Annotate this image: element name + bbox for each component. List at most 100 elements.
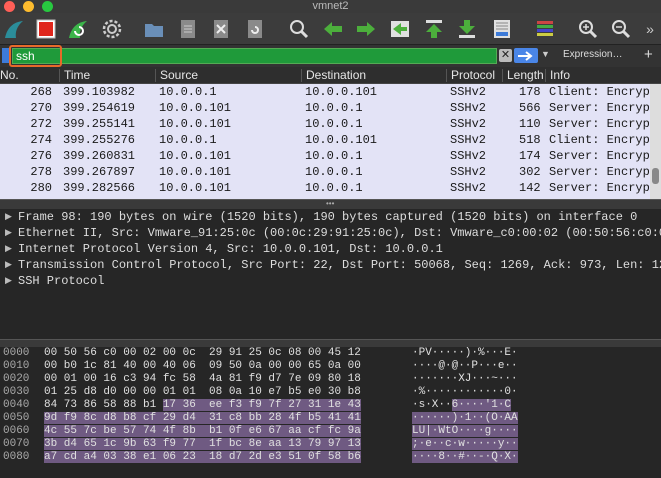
arrow-left-icon[interactable] bbox=[321, 17, 345, 41]
expand-arrow-icon[interactable]: ▶ bbox=[5, 257, 12, 273]
restart-icon[interactable] bbox=[66, 17, 90, 41]
details-tree-item[interactable]: ▶ Internet Protocol Version 4, Src: 10.0.… bbox=[0, 241, 661, 257]
details-tree-item[interactable]: ▶ Ethernet II, Src: Vmware_91:25:0c (00:0… bbox=[0, 225, 661, 241]
packet-row[interactable]: 276 399.260831 10.0.0.101 10.0.0.1 SSHv2 174 S… bbox=[0, 148, 650, 164]
hex-ascii[interactable]: ····@·@··P···e·· bbox=[412, 360, 518, 373]
packet-cell-protocol: SSHv2 bbox=[450, 85, 487, 99]
packet-cell-info: Server: Encryp bbox=[549, 117, 650, 131]
reload-icon[interactable] bbox=[243, 17, 267, 41]
expression-button[interactable]: Expression… bbox=[563, 49, 622, 60]
pane-splitter[interactable] bbox=[0, 339, 661, 347]
packet-cell-destination: 10.0.0.101 bbox=[305, 133, 378, 147]
packet-row[interactable]: 272 399.255141 10.0.0.101 10.0.0.1 SSHv2 110 S… bbox=[0, 116, 650, 132]
hex-offset: 0020 bbox=[3, 373, 30, 385]
go-first-icon[interactable] bbox=[422, 17, 446, 41]
zoom-in-icon[interactable] bbox=[576, 17, 600, 41]
hex-ascii[interactable]: ·s·X··6····'1·C bbox=[412, 399, 512, 412]
hex-bytes[interactable]: a7 cd a4 03 38 e1 06 23 18 d7 2d e3 51 0… bbox=[44, 451, 361, 464]
column-header-no[interactable]: No. bbox=[0, 69, 19, 82]
packet-cell-source: 10.0.0.1 bbox=[159, 133, 217, 147]
packet-cell-no: 280 bbox=[30, 181, 52, 195]
packet-cell-length: 566 bbox=[519, 101, 541, 115]
apply-filter-button[interactable] bbox=[514, 48, 538, 63]
packet-cell-no: 274 bbox=[30, 133, 52, 147]
packet-cell-info: Server: Encryp bbox=[549, 149, 650, 163]
hex-ascii[interactable]: ······)·1··(O·AA bbox=[412, 412, 518, 425]
go-to-packet-icon[interactable] bbox=[388, 17, 412, 41]
details-tree-item[interactable]: ▶ Transmission Control Protocol, Src Port… bbox=[0, 257, 661, 273]
zoom-out-icon[interactable] bbox=[609, 17, 633, 41]
packet-row[interactable]: 274 399.255276 10.0.0.1 10.0.0.101 SSHv2 518 C… bbox=[0, 132, 650, 148]
hex-ascii[interactable]: LU|·WtO····g···· bbox=[412, 425, 518, 438]
display-filter-bar: ✕ ▼ Expression… + bbox=[0, 45, 661, 67]
details-tree-item[interactable]: ▶ Frame 98: 190 bytes on wire (1520 bits)… bbox=[0, 209, 661, 225]
packet-row[interactable]: 268 399.103982 10.0.0.1 10.0.0.101 SSHv2 178 C… bbox=[0, 84, 650, 100]
packet-details-pane: ▶ Frame 98: 190 bytes on wire (1520 bits)… bbox=[0, 209, 661, 339]
column-header-protocol[interactable]: Protocol bbox=[446, 69, 495, 82]
packet-cell-source: 10.0.0.101 bbox=[159, 117, 232, 131]
packet-cell-time: 399.282566 bbox=[63, 181, 136, 195]
add-filter-button[interactable]: + bbox=[644, 46, 653, 63]
packet-list-scrollbar[interactable] bbox=[650, 84, 661, 199]
hex-ascii[interactable]: ;·e··c·w·····y·· bbox=[412, 438, 518, 451]
file-icon[interactable] bbox=[176, 17, 200, 41]
packet-cell-length: 302 bbox=[519, 165, 541, 179]
open-folder-icon[interactable] bbox=[142, 17, 166, 41]
go-last-icon[interactable] bbox=[455, 17, 479, 41]
packet-cell-protocol: SSHv2 bbox=[450, 181, 487, 195]
details-tree-item[interactable]: ▶ SSH Protocol bbox=[0, 273, 661, 289]
packet-cell-source: 10.0.0.101 bbox=[159, 101, 232, 115]
details-tree-label: Internet Protocol Version 4, Src: 10.0.0… bbox=[18, 242, 443, 256]
packet-row[interactable]: 280 399.282566 10.0.0.101 10.0.0.1 SSHv2 142 S… bbox=[0, 180, 650, 196]
hex-offset: 0070 bbox=[3, 438, 30, 450]
hex-bytes[interactable]: 4c 55 7c be 57 74 4f 8b b1 0f e6 67 aa c… bbox=[44, 425, 361, 438]
packet-cell-info: Server: Encryp bbox=[549, 101, 650, 115]
close-file-icon[interactable] bbox=[209, 17, 233, 41]
hex-bytes[interactable]: 00 50 56 c0 00 02 00 0c 29 91 25 0c 08 0… bbox=[44, 347, 361, 360]
hex-bytes[interactable]: 01 25 d8 d0 00 00 01 01 08 0a 10 e7 b5 e… bbox=[44, 386, 361, 399]
filter-highlight-ring bbox=[9, 45, 62, 67]
packet-row[interactable]: 278 399.267897 10.0.0.101 10.0.0.1 SSHv2 302 S… bbox=[0, 164, 650, 180]
pane-splitter[interactable]: ••• bbox=[0, 199, 661, 209]
search-icon[interactable] bbox=[287, 17, 311, 41]
expand-arrow-icon[interactable]: ▶ bbox=[5, 209, 12, 225]
hex-ascii[interactable]: ····8··#··-·Q·X· bbox=[412, 451, 518, 464]
hex-bytes[interactable]: 00 b0 1c 81 40 00 40 06 09 50 0a 00 00 6… bbox=[44, 360, 361, 373]
hex-bytes[interactable]: 3b d4 65 1c 9b 63 f9 77 1f bc 8e aa 13 7… bbox=[44, 438, 361, 451]
clear-filter-icon[interactable]: ✕ bbox=[499, 49, 512, 62]
hex-ascii[interactable]: ·%············0· bbox=[412, 386, 518, 399]
column-header-length[interactable]: Length bbox=[502, 69, 545, 82]
title-bar: vmnet2 bbox=[0, 0, 661, 13]
arrow-right-icon[interactable] bbox=[354, 17, 378, 41]
packet-cell-no: 278 bbox=[30, 165, 52, 179]
details-tree-label: Transmission Control Protocol, Src Port:… bbox=[18, 258, 661, 272]
packet-row[interactable]: 270 399.254619 10.0.0.101 10.0.0.1 SSHv2 566 S… bbox=[0, 100, 650, 116]
packet-cell-length: 110 bbox=[519, 117, 541, 131]
column-header-source[interactable]: Source bbox=[155, 69, 198, 82]
arrow-right-icon bbox=[518, 50, 533, 61]
hex-offset: 0000 bbox=[3, 347, 30, 359]
more-icon[interactable]: » bbox=[638, 17, 661, 41]
packet-cell-no: 270 bbox=[30, 101, 52, 115]
gear-icon[interactable] bbox=[100, 17, 124, 41]
expand-arrow-icon[interactable]: ▶ bbox=[5, 273, 12, 289]
hex-ascii[interactable]: ·PV·····)·%···E· bbox=[412, 347, 518, 360]
column-header-time[interactable]: Time bbox=[59, 69, 90, 82]
colorize-icon[interactable] bbox=[533, 17, 557, 41]
scrollbar-thumb[interactable] bbox=[652, 168, 659, 184]
expand-arrow-icon[interactable]: ▶ bbox=[5, 241, 12, 257]
hex-ascii[interactable]: ·······XJ···~··· bbox=[412, 373, 518, 386]
filter-history-dropdown-icon[interactable]: ▼ bbox=[541, 49, 550, 59]
expand-arrow-icon[interactable]: ▶ bbox=[5, 225, 12, 241]
hex-bytes[interactable]: 00 01 00 16 c3 94 fc 58 4a 81 f9 d7 7e 0… bbox=[44, 373, 361, 386]
hex-bytes[interactable]: 84 73 86 58 88 b1 17 36 ee f3 f9 7f 27 3… bbox=[44, 399, 361, 412]
display-filter-input[interactable] bbox=[12, 48, 497, 64]
autoscroll-icon[interactable] bbox=[490, 17, 514, 41]
shark-fin-start-icon[interactable] bbox=[2, 17, 26, 41]
column-header-destination[interactable]: Destination bbox=[301, 69, 366, 82]
packet-cell-time: 399.255276 bbox=[63, 133, 136, 147]
hex-bytes[interactable]: 9d f9 8c d8 b8 cf 29 d4 31 c8 bb 28 4f b… bbox=[44, 412, 361, 425]
column-header-info[interactable]: Info bbox=[545, 69, 570, 82]
stop-icon[interactable] bbox=[34, 17, 58, 41]
packet-cell-destination: 10.0.0.1 bbox=[305, 181, 363, 195]
